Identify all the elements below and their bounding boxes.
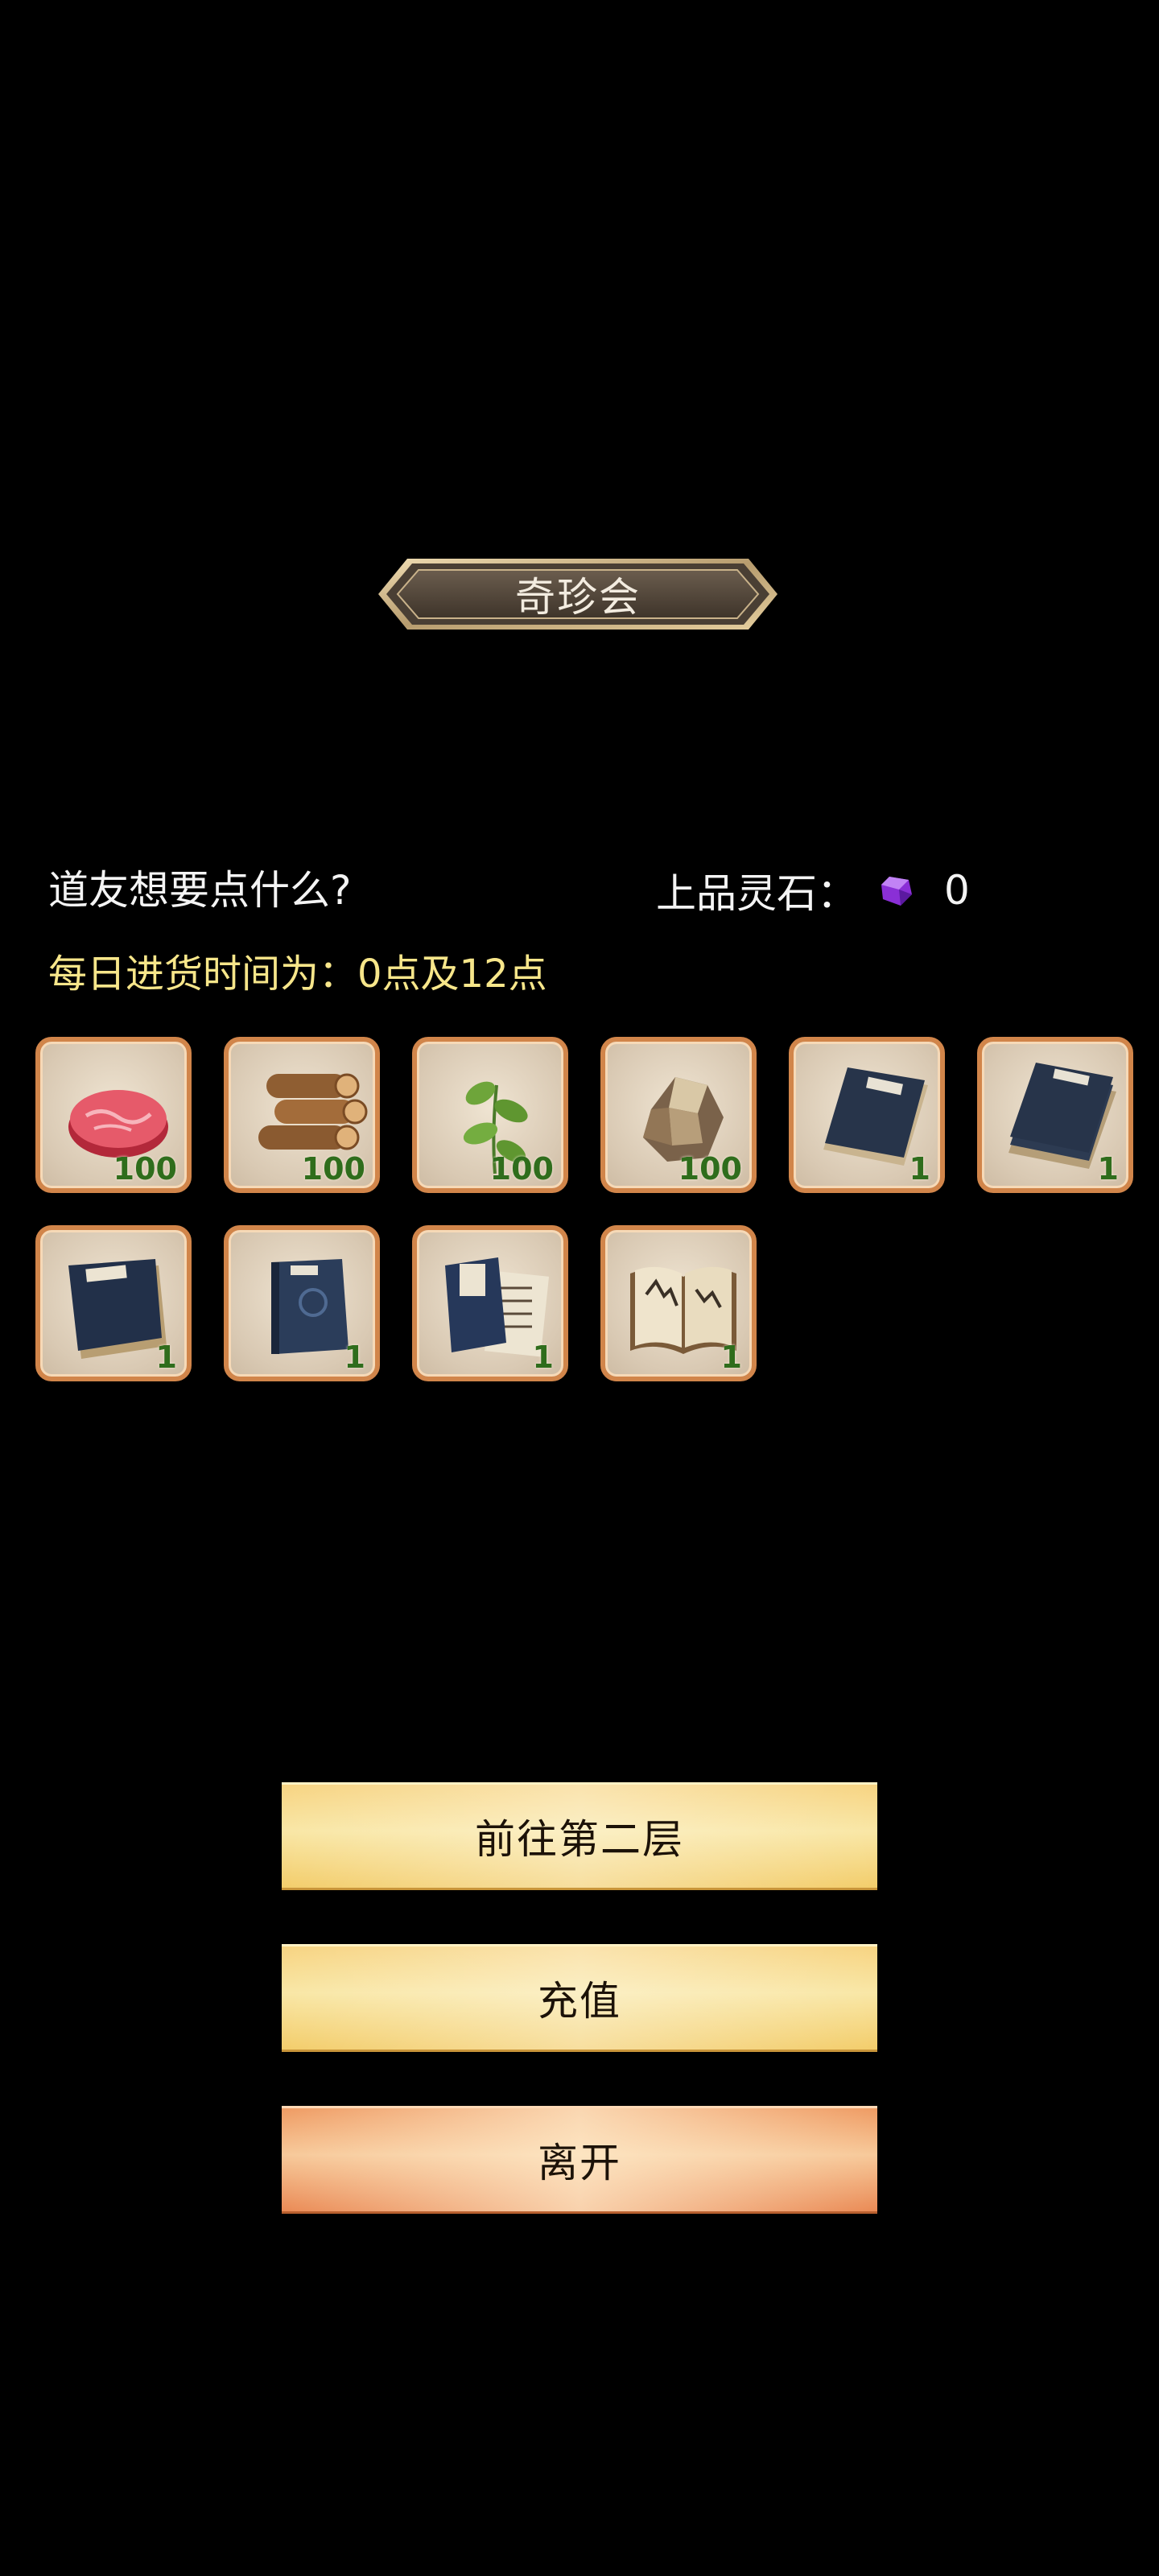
- leave-button[interactable]: 离开: [282, 2106, 877, 2214]
- item-grid: 100 100 100 100 1 1 1 1 1 1: [35, 1037, 1135, 1381]
- item-count: 100: [113, 1151, 177, 1187]
- currency-label: 上品灵石：: [656, 870, 857, 917]
- item-count: 100: [678, 1151, 742, 1187]
- item-slot-stacked-books[interactable]: 1: [977, 1037, 1133, 1193]
- next-floor-button[interactable]: 前往第二层: [282, 1782, 877, 1890]
- item-count: 1: [720, 1340, 742, 1375]
- purple-gem-icon: [878, 872, 915, 909]
- item-slot-ore-rock[interactable]: 100: [600, 1037, 757, 1193]
- recharge-button[interactable]: 充值: [282, 1944, 877, 2052]
- item-count: 1: [1097, 1151, 1119, 1187]
- item-count: 100: [489, 1151, 554, 1187]
- restock-notice: 每日进货时间为：0点及12点: [48, 952, 547, 997]
- item-count: 1: [909, 1151, 930, 1187]
- item-slot-scroll-book[interactable]: 1: [789, 1037, 945, 1193]
- item-count: 1: [532, 1340, 554, 1375]
- item-slot-open-book[interactable]: 1: [35, 1225, 192, 1381]
- currency-display: 上品灵石： 0: [656, 860, 970, 921]
- item-slot-book-and-pages[interactable]: 1: [412, 1225, 568, 1381]
- greeting-text: 道友想要点什么?: [48, 867, 352, 914]
- item-count: 1: [155, 1340, 177, 1375]
- item-slot-herb-plant[interactable]: 100: [412, 1037, 568, 1193]
- page-title: 奇珍会: [515, 574, 641, 621]
- item-count: 100: [301, 1151, 365, 1187]
- item-slot-blue-book[interactable]: 1: [224, 1225, 380, 1381]
- item-count: 1: [344, 1340, 365, 1375]
- item-slot-wood-logs[interactable]: 100: [224, 1037, 380, 1193]
- currency-amount: 0: [944, 867, 970, 914]
- title-banner: 奇珍会: [378, 547, 777, 641]
- item-slot-illustrated-book[interactable]: 1: [600, 1225, 757, 1381]
- item-slot-raw-meat[interactable]: 100: [35, 1037, 192, 1193]
